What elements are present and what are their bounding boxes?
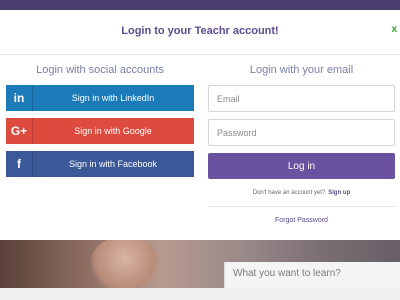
linkedin-signin-label: Sign in with LinkedIn [71, 93, 155, 103]
login-modal: Login to your Teachr account! x Login wi… [0, 10, 400, 240]
top-bar [0, 0, 400, 10]
divider [208, 206, 395, 207]
google-signin-button[interactable]: G+ Sign in with Google [6, 118, 194, 144]
social-heading: Login with social accounts [36, 64, 164, 76]
email-heading: Login with your email [249, 64, 354, 76]
modal-title: Login to your Teachr account! [121, 25, 279, 37]
forgot-password-link[interactable]: Forgot Password [208, 217, 395, 224]
password-field[interactable] [208, 119, 395, 146]
background-search-input[interactable]: What you want to learn? [224, 262, 400, 288]
login-button[interactable]: Log in [208, 153, 395, 179]
background-face [90, 236, 160, 292]
google-signin-label: Sign in with Google [74, 126, 152, 136]
linkedin-signin-button[interactable]: in Sign in with LinkedIn [6, 85, 194, 111]
background-bottom-strip [0, 288, 400, 300]
google-plus-icon: G+ [6, 118, 33, 144]
close-button[interactable]: x [391, 24, 397, 35]
facebook-icon: f [6, 151, 33, 177]
facebook-signin-button[interactable]: f Sign in with Facebook [6, 151, 194, 177]
signup-link[interactable]: Sign up [328, 190, 350, 196]
linkedin-icon: in [6, 85, 33, 111]
signup-prompt-line: Don't have an account yet? Sign up [208, 190, 395, 196]
email-field[interactable] [208, 85, 395, 112]
modal-header: Login to your Teachr account! x [0, 10, 400, 55]
signup-prompt-text: Don't have an account yet? [252, 190, 326, 196]
facebook-signin-label: Sign in with Facebook [68, 159, 158, 169]
